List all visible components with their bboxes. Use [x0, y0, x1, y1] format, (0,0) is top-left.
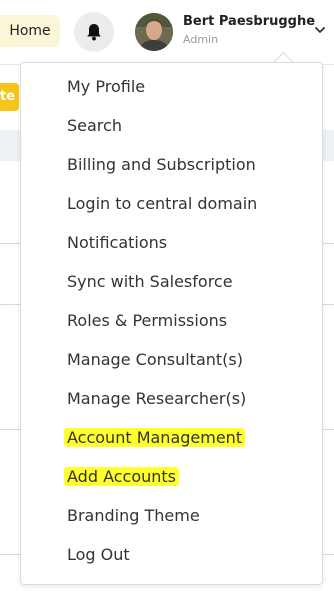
user-name[interactable]: Bert Paesbrugghe: [183, 14, 315, 29]
chevron-down-icon[interactable]: [313, 23, 327, 37]
menu-item-search[interactable]: Search: [67, 113, 122, 139]
background-divider: [0, 304, 20, 305]
background-divider: [322, 243, 334, 244]
highlight-marker: Add Accounts: [64, 467, 179, 486]
menu-item-billing-and-subscription[interactable]: Billing and Subscription: [67, 152, 256, 178]
menu-item-log-out[interactable]: Log Out: [67, 542, 130, 568]
menu-item-roles-permissions[interactable]: Roles & Permissions: [67, 308, 227, 334]
highlight-marker: Account Management: [64, 428, 246, 447]
menu-item-account-management[interactable]: Account Management: [64, 425, 246, 451]
user-role: Admin: [183, 33, 219, 46]
background-button-fragment: te: [0, 89, 16, 104]
background-divider: [0, 243, 20, 244]
background-band-right: [322, 130, 334, 161]
background-band-left: [0, 130, 20, 161]
avatar-photo: [135, 13, 173, 51]
home-button-label: Home: [9, 23, 51, 39]
menu-item-notifications[interactable]: Notifications: [67, 230, 167, 256]
avatar[interactable]: [135, 13, 173, 51]
menu-item-manage-consultants[interactable]: Manage Consultant(s): [67, 347, 243, 373]
menu-item-my-profile[interactable]: My Profile: [67, 74, 145, 100]
bell-icon: [87, 24, 101, 41]
background-divider: [322, 304, 334, 305]
notifications-button[interactable]: [74, 12, 114, 52]
menu-item-login-to-central-domain[interactable]: Login to central domain: [67, 191, 257, 217]
background-divider: [322, 554, 334, 555]
menu-item-sync-with-salesforce[interactable]: Sync with Salesforce: [67, 269, 233, 295]
background-divider: [322, 429, 334, 430]
menu-item-branding-theme[interactable]: Branding Theme: [67, 503, 200, 529]
home-button[interactable]: Home: [0, 15, 60, 47]
user-dropdown-menu: My Profile Search Billing and Subscripti…: [20, 62, 323, 585]
background-divider: [0, 554, 20, 555]
background-divider: [0, 429, 20, 430]
menu-item-add-accounts[interactable]: Add Accounts: [64, 464, 179, 490]
background-action-button: te: [0, 83, 19, 111]
menu-item-manage-researchers[interactable]: Manage Researcher(s): [67, 386, 246, 412]
